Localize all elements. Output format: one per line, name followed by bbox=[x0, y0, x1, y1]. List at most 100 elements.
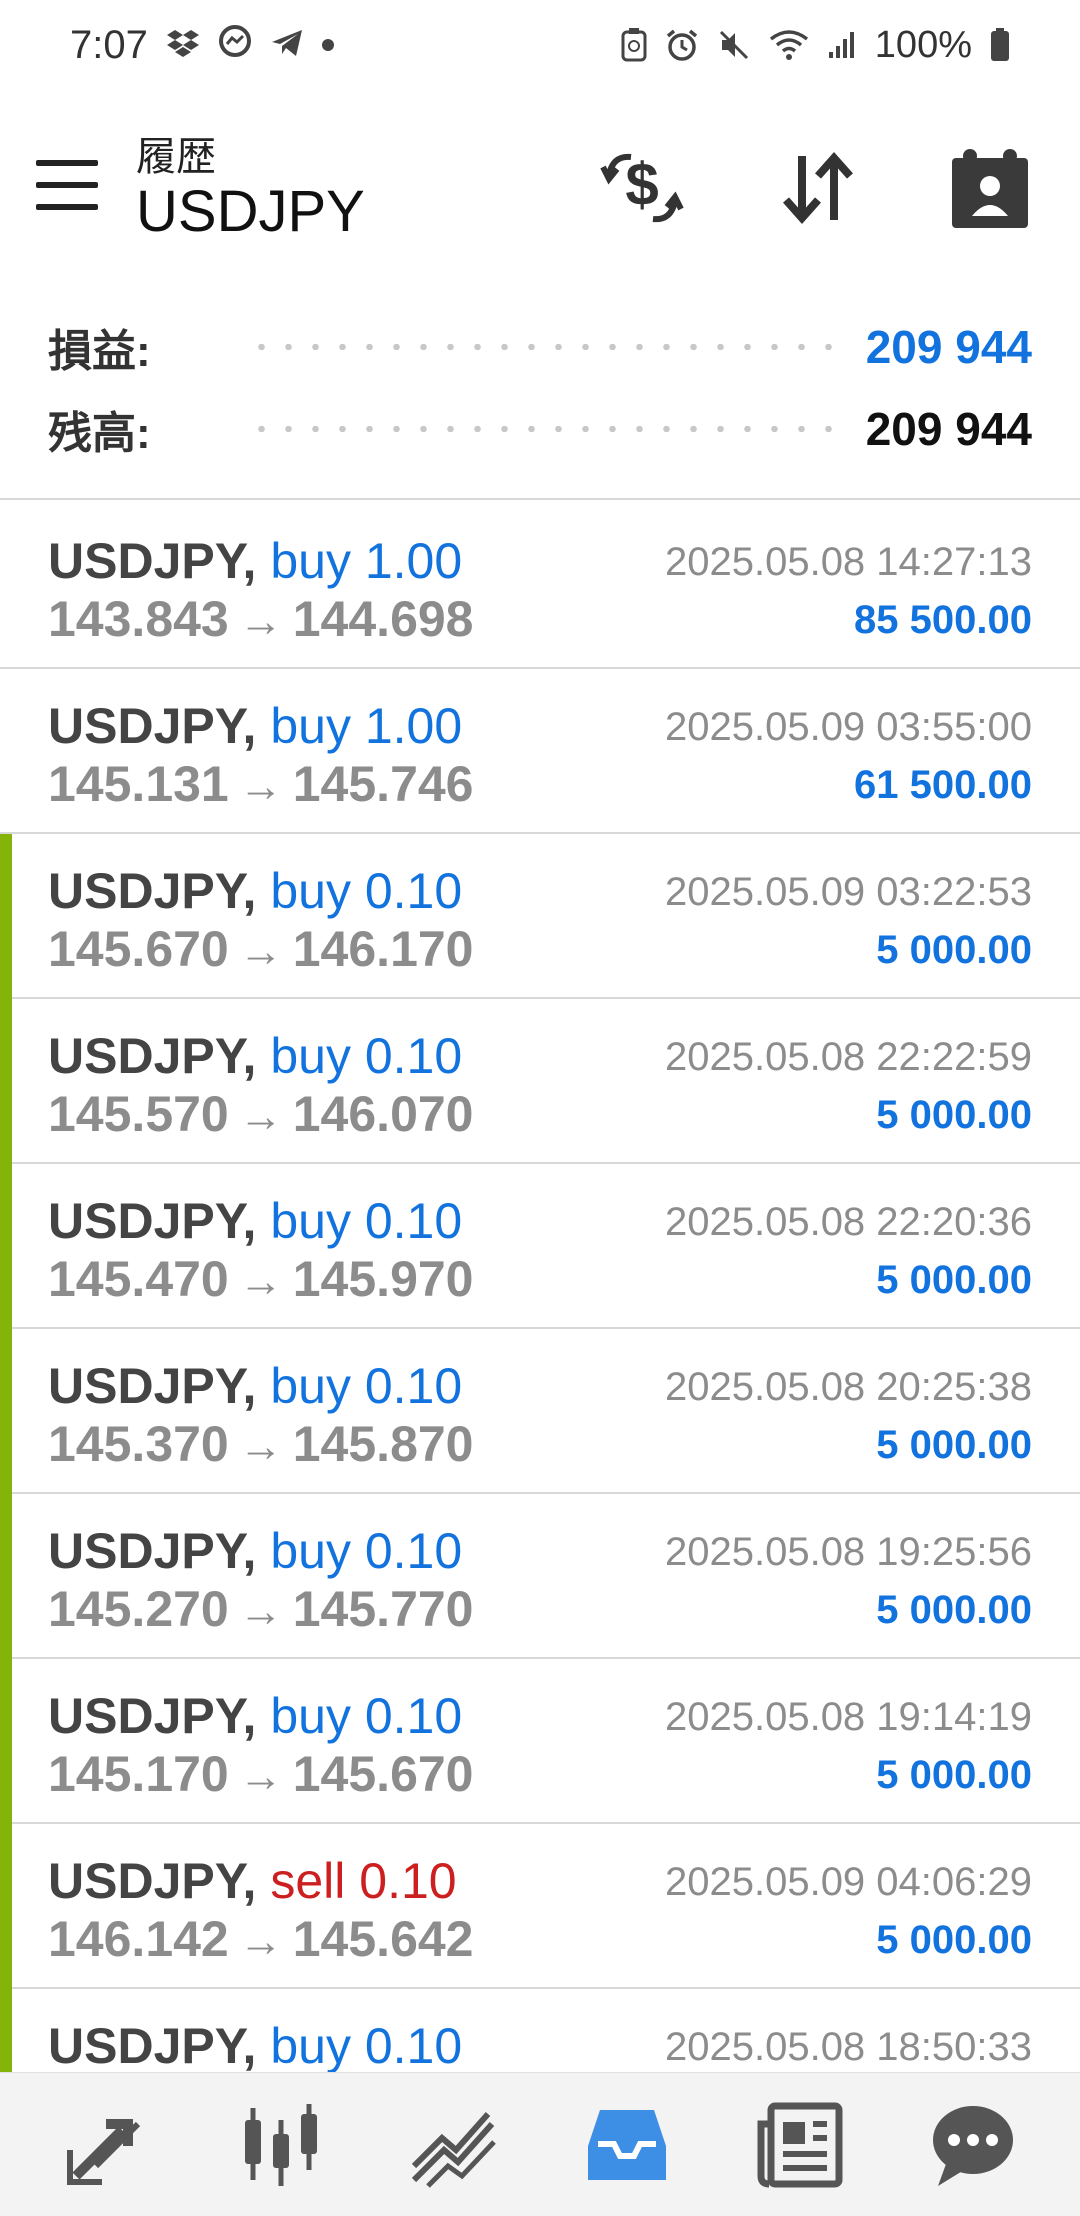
battery-icon bbox=[990, 28, 1010, 62]
deal-symbol: USDJPY, bbox=[48, 698, 257, 754]
deal-time: 2025.05.08 19:25:56 bbox=[664, 1530, 1032, 1574]
profit-label: 損益: bbox=[48, 327, 151, 376]
deal-row[interactable]: USDJPY, buy 0.10 145.370 → 145.870 2025.05.0… bbox=[0, 1329, 1080, 1494]
deal-row[interactable]: USDJPY, buy 0.10 145.570 → 146.070 2025.05.0… bbox=[0, 999, 1080, 1164]
close-price: 145.870 bbox=[292, 1416, 474, 1472]
deal-row[interactable]: USDJPY, buy 0.10 145.270 → 145.770 2025.05.0… bbox=[0, 1494, 1080, 1659]
deal-title: USDJPY, buy 1.00 bbox=[48, 697, 462, 755]
deal-time: 2025.05.09 04:06:29 bbox=[664, 1860, 1032, 1904]
deal-prices: 145.170 → 145.670 bbox=[48, 1745, 474, 1803]
deal-time: 2025.05.08 14:27:13 bbox=[664, 540, 1032, 584]
arrow-right-icon: → bbox=[238, 927, 283, 976]
deal-list: USDJPY, buy 1.00 143.843 → 144.698 2025.05.0… bbox=[0, 504, 1080, 2154]
deal-type: buy 0.10 bbox=[270, 1523, 463, 1579]
deal-time: 2025.05.08 18:50:33 bbox=[664, 2025, 1032, 2069]
news-icon[interactable] bbox=[740, 2085, 860, 2205]
deal-profit: 5 000.00 bbox=[876, 1423, 1032, 1467]
deal-profit: 61 500.00 bbox=[854, 763, 1032, 807]
deal-prices: 143.843 → 144.698 bbox=[48, 590, 474, 648]
deal-profit: 85 500.00 bbox=[854, 598, 1032, 642]
deal-profit: 5 000.00 bbox=[876, 1918, 1032, 1962]
page-title[interactable]: USDJPY bbox=[136, 178, 365, 245]
menu-icon[interactable] bbox=[36, 160, 98, 210]
trade-arrows-icon[interactable] bbox=[47, 2085, 167, 2205]
currency-exchange-icon[interactable]: $ bbox=[594, 140, 690, 236]
open-price: 143.843 bbox=[48, 591, 229, 647]
deal-symbol: USDJPY, bbox=[48, 2018, 257, 2074]
summary-panel: 損益: 209 944 残高: 209 944 bbox=[0, 300, 1080, 500]
open-price: 145.170 bbox=[48, 1746, 229, 1802]
deal-prices: 145.670 → 146.170 bbox=[48, 920, 474, 978]
open-price: 145.470 bbox=[48, 1251, 229, 1307]
bottom-nav bbox=[0, 2072, 1080, 2216]
arrow-right-icon: → bbox=[238, 1917, 283, 1966]
deal-symbol: USDJPY, bbox=[48, 1193, 257, 1249]
app-header: 履歴 USDJPY $ bbox=[0, 110, 1080, 260]
close-price: 144.698 bbox=[292, 591, 474, 647]
deal-profit: 5 000.00 bbox=[876, 928, 1032, 972]
deal-type: buy 1.00 bbox=[270, 698, 463, 754]
deal-row[interactable]: USDJPY, buy 1.00 145.131 → 145.746 2025.05.0… bbox=[0, 669, 1080, 834]
messenger-icon bbox=[218, 23, 252, 68]
arrow-right-icon: → bbox=[238, 597, 283, 646]
deal-prices: 145.270 → 145.770 bbox=[48, 1580, 474, 1638]
deal-type: sell 0.10 bbox=[270, 1853, 457, 1909]
deal-row[interactable]: USDJPY, sell 0.10 146.142 → 145.642 2025.05.… bbox=[0, 1824, 1080, 1989]
balance-row: 残高: 209 944 bbox=[48, 394, 1032, 464]
deal-title: USDJPY, buy 0.10 bbox=[48, 1357, 462, 1415]
deal-title: USDJPY, buy 0.10 bbox=[48, 1192, 462, 1250]
status-left: 7:07 bbox=[70, 23, 334, 68]
open-price: 146.142 bbox=[48, 1911, 229, 1967]
sort-icon[interactable] bbox=[770, 140, 866, 236]
deal-profit: 5 000.00 bbox=[876, 1093, 1032, 1137]
open-price: 145.370 bbox=[48, 1416, 229, 1472]
deal-time: 2025.05.08 20:25:38 bbox=[664, 1365, 1032, 1409]
close-price: 146.070 bbox=[292, 1086, 474, 1142]
deal-title: USDJPY, sell 0.10 bbox=[48, 1852, 457, 1910]
deal-symbol: USDJPY, bbox=[48, 1853, 257, 1909]
status-right: 100% bbox=[621, 24, 1010, 67]
deal-row[interactable]: USDJPY, buy 0.10 145.170 → 145.670 2025.05.0… bbox=[0, 1659, 1080, 1824]
arrow-right-icon: → bbox=[238, 1752, 283, 1801]
arrow-right-icon: → bbox=[238, 762, 283, 811]
close-price: 145.970 bbox=[292, 1251, 474, 1307]
deal-prices: 145.470 → 145.970 bbox=[48, 1250, 474, 1308]
deal-title: USDJPY, buy 0.10 bbox=[48, 1027, 462, 1085]
svg-text:$: $ bbox=[625, 151, 658, 218]
deal-time: 2025.05.08 22:20:36 bbox=[664, 1200, 1032, 1244]
deal-symbol: USDJPY, bbox=[48, 1523, 257, 1579]
open-price: 145.270 bbox=[48, 1581, 229, 1637]
deal-title: USDJPY, buy 0.10 bbox=[48, 2017, 462, 2075]
deal-prices: 145.370 → 145.870 bbox=[48, 1415, 474, 1473]
calendar-icon[interactable] bbox=[942, 140, 1038, 236]
deal-symbol: USDJPY, bbox=[48, 1688, 257, 1744]
status-bar: 7:07 100% bbox=[0, 0, 1080, 90]
deal-symbol: USDJPY, bbox=[48, 1028, 257, 1084]
balance-value: 209 944 bbox=[865, 403, 1032, 455]
deal-title: USDJPY, buy 0.10 bbox=[48, 1687, 462, 1745]
deal-profit: 5 000.00 bbox=[876, 1258, 1032, 1302]
deal-row[interactable]: USDJPY, buy 1.00 143.843 → 144.698 2025.05.0… bbox=[0, 504, 1080, 669]
deal-type: buy 0.10 bbox=[270, 863, 463, 919]
dotted-leader bbox=[248, 344, 836, 350]
deal-prices: 145.570 → 146.070 bbox=[48, 1085, 474, 1143]
page-subtitle: 履歴 bbox=[136, 135, 216, 179]
deal-title: USDJPY, buy 1.00 bbox=[48, 532, 462, 590]
profit-row: 損益: 209 944 bbox=[48, 312, 1032, 382]
deal-symbol: USDJPY, bbox=[48, 1358, 257, 1414]
deal-symbol: USDJPY, bbox=[48, 533, 257, 589]
candlestick-chart-icon[interactable] bbox=[220, 2085, 340, 2205]
close-price: 146.170 bbox=[292, 921, 474, 977]
history-inbox-icon[interactable] bbox=[567, 2085, 687, 2205]
chat-icon[interactable] bbox=[913, 2085, 1033, 2205]
arrow-right-icon: → bbox=[238, 1422, 283, 1471]
deal-profit: 5 000.00 bbox=[876, 1753, 1032, 1797]
deal-row[interactable]: USDJPY, buy 0.10 145.470 → 145.970 2025.05.0… bbox=[0, 1164, 1080, 1329]
deal-profit: 5 000.00 bbox=[876, 1588, 1032, 1632]
profit-value: 209 944 bbox=[865, 321, 1032, 373]
trend-chart-icon[interactable] bbox=[393, 2085, 513, 2205]
balance-label: 残高: bbox=[48, 409, 151, 458]
close-price: 145.770 bbox=[292, 1581, 474, 1637]
clock: 7:07 bbox=[70, 22, 148, 67]
deal-row[interactable]: USDJPY, buy 0.10 145.670 → 146.170 2025.05.0… bbox=[0, 834, 1080, 999]
